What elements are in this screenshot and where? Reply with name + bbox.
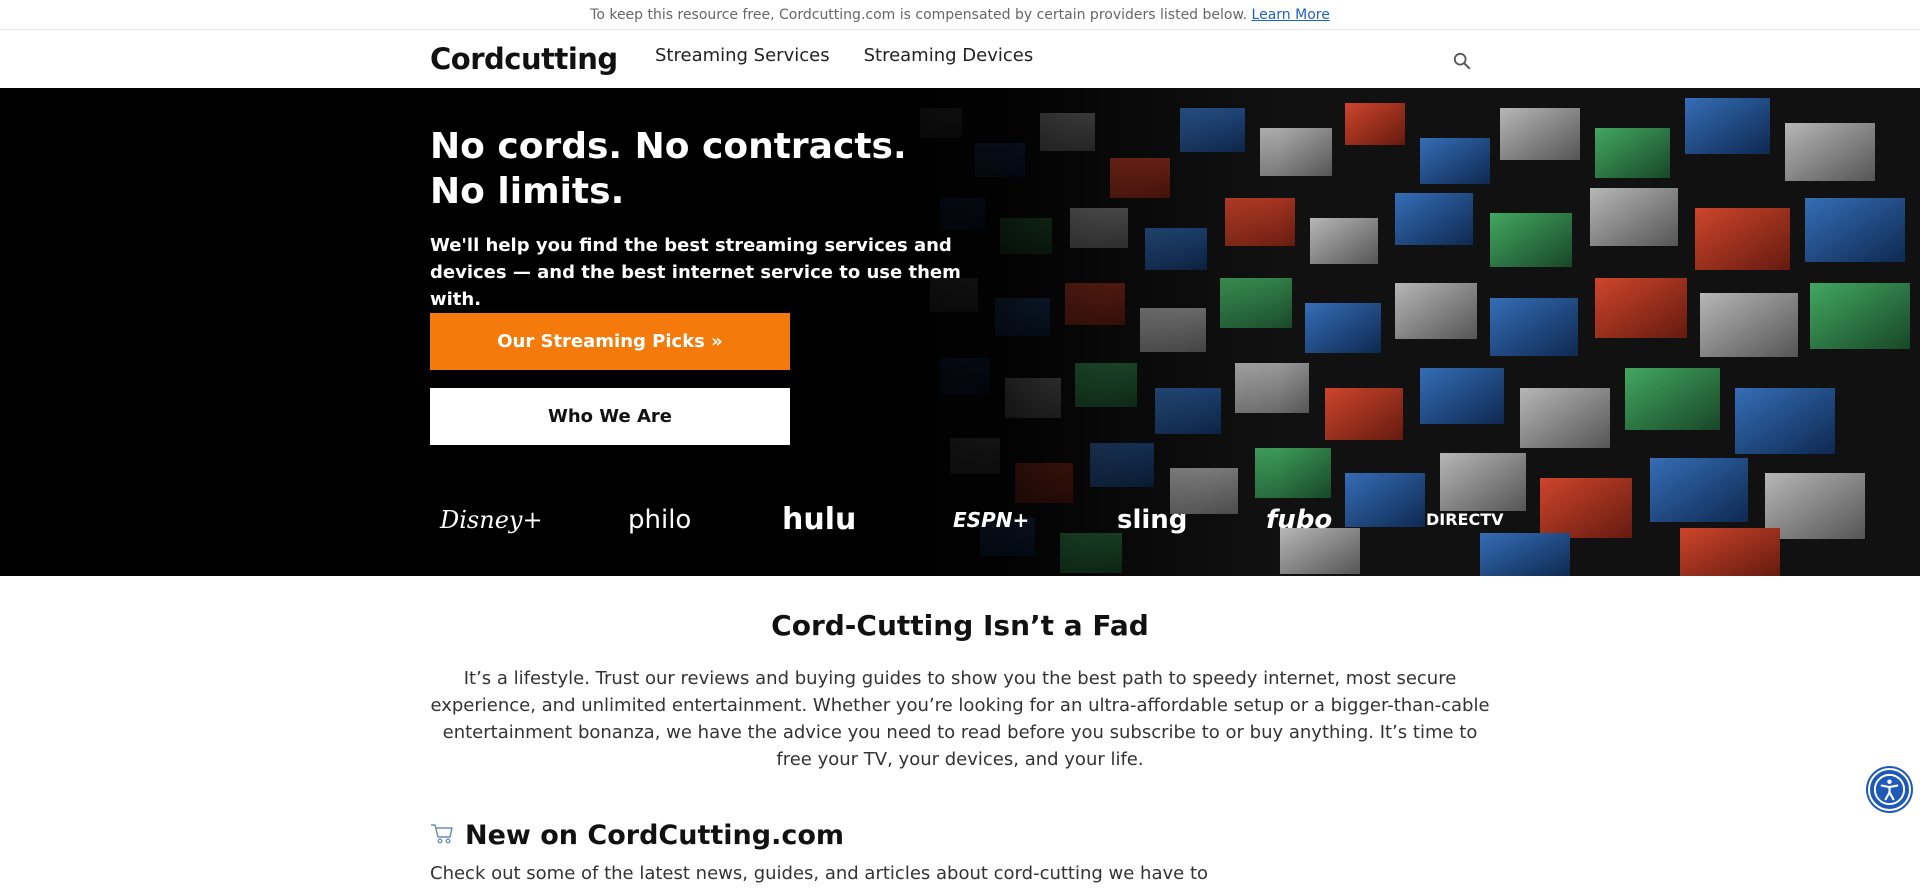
who-we-are-button[interactable]: Who We Are — [430, 388, 790, 445]
directv-logo[interactable]: DIRECTV — [1426, 490, 1504, 550]
hero-section: No cords. No contracts. No limits. We'll… — [0, 88, 1920, 576]
streaming-picks-button[interactable]: Our Streaming Picks » — [430, 313, 790, 370]
accessibility-icon — [1873, 773, 1906, 806]
site-logo[interactable]: Cordcutting — [430, 42, 618, 76]
sling-logo[interactable]: sling — [1117, 490, 1187, 550]
new-section-title: New on CordCutting.com — [465, 820, 845, 851]
search-icon[interactable] — [1453, 52, 1471, 70]
philo-logo[interactable]: philo — [628, 490, 691, 550]
cart-icon — [431, 824, 453, 844]
disclosure-bar: To keep this resource free, Cordcutting.… — [0, 0, 1920, 30]
fubo-logo[interactable]: fubo — [1266, 490, 1332, 550]
intro-title: Cord-Cutting Isn’t a Fad — [771, 609, 1149, 642]
brand-logos-row: Disney+ philo hulu ESPN+ sling fubo DIRE… — [430, 490, 1504, 550]
hero-headline-line2: No limits. — [430, 171, 625, 212]
main-nav: Streaming Services Streaming Devices — [655, 45, 1033, 66]
espn-plus-logo[interactable]: ESPN+ — [953, 490, 1029, 550]
new-section-text: Check out some of the latest news, guide… — [430, 863, 1209, 884]
nav-streaming-devices[interactable]: Streaming Devices — [864, 45, 1034, 66]
disclosure-text: To keep this resource free, Cordcutting.… — [590, 7, 1248, 23]
disney-plus-logo[interactable]: Disney+ — [440, 490, 543, 550]
intro-text: It’s a lifestyle. Trust our reviews and … — [430, 668, 1490, 770]
accessibility-button[interactable] — [1868, 768, 1911, 811]
nav-streaming-services[interactable]: Streaming Services — [655, 45, 830, 66]
learn-more-link[interactable]: Learn More — [1252, 7, 1330, 23]
hero-headline-line1: No cords. No contracts. — [430, 126, 907, 167]
site-header: Cordcutting Streaming Services Streaming… — [0, 30, 1920, 88]
hero-subtext: We'll help you find the best streaming s… — [430, 235, 961, 310]
hero-headline: No cords. No contracts. No limits. — [430, 124, 930, 214]
hulu-logo[interactable]: hulu — [782, 490, 856, 550]
